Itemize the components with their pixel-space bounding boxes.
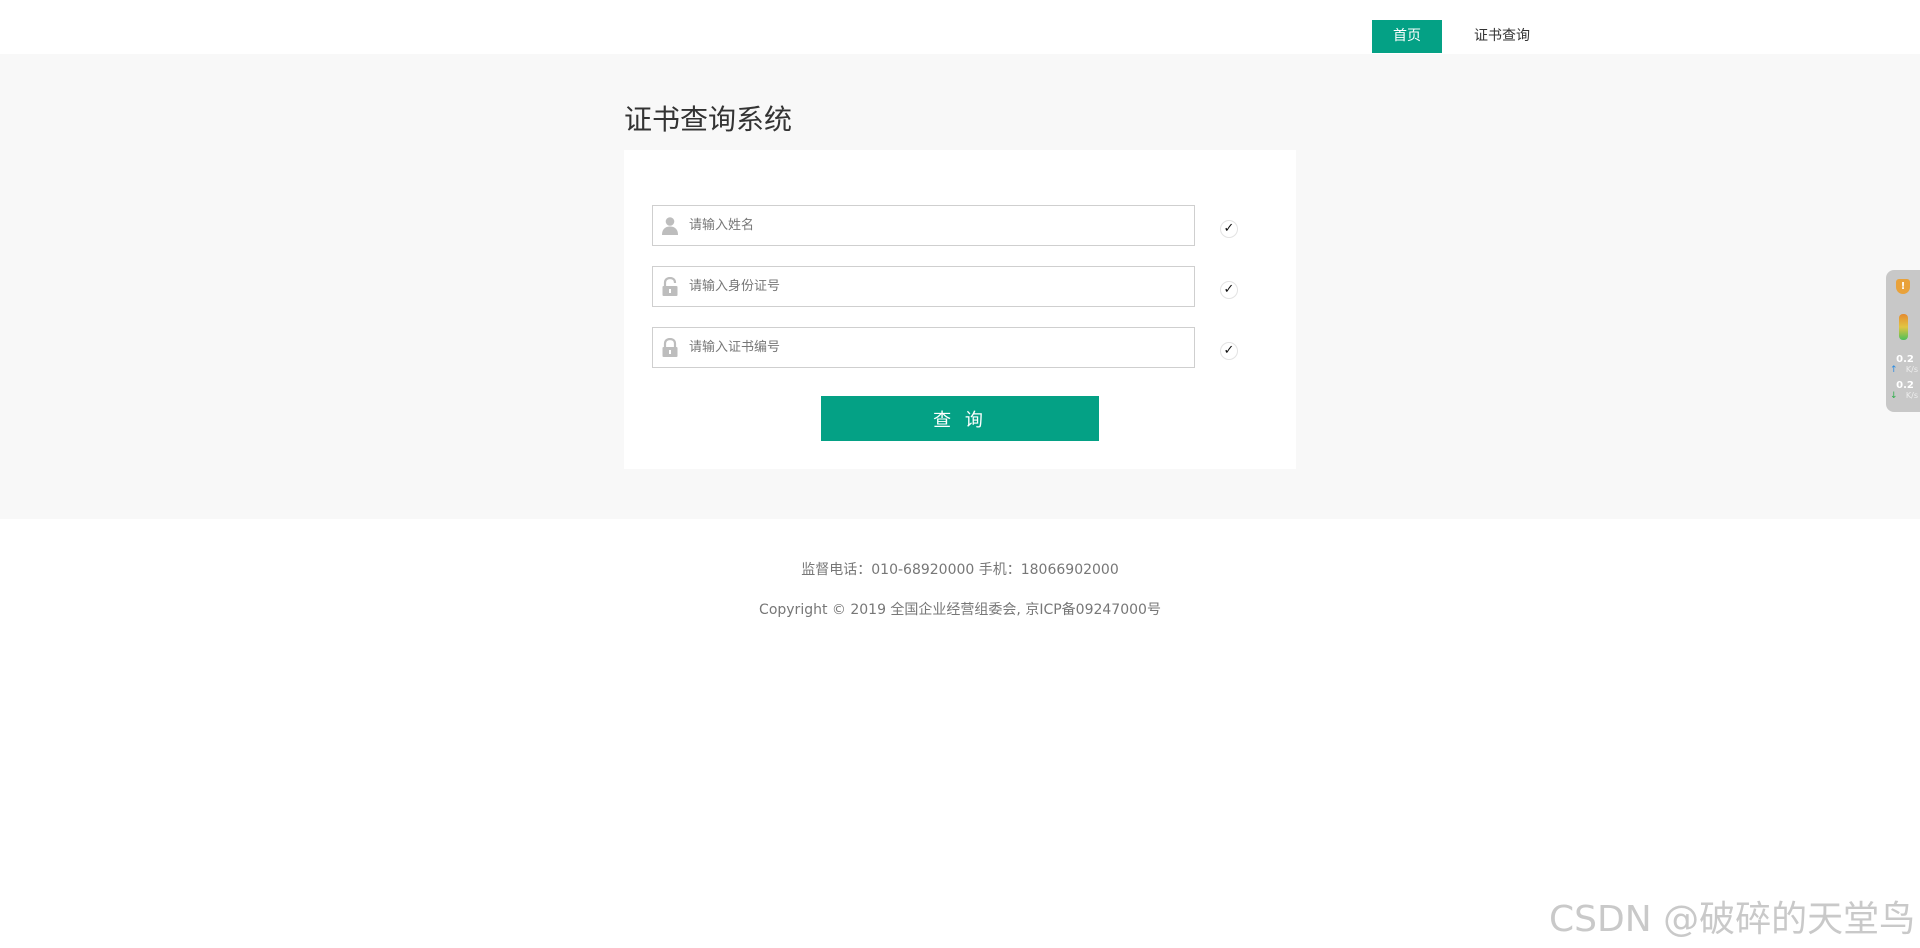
- id-number-valid-check-icon: ✓: [1220, 281, 1238, 299]
- page-title: 证书查询系统: [624, 103, 793, 136]
- top-nav-bar: 首页 证书查询: [0, 0, 1920, 54]
- download-speed: 0.2: [1896, 380, 1914, 391]
- download-unit: K/s: [1905, 391, 1918, 400]
- shield-alert-icon: !: [1896, 279, 1910, 294]
- network-monitor-widget[interactable]: ! 0.2 ↑ K/s 0.2 ↓ K/s: [1886, 270, 1920, 412]
- cert-number-input[interactable]: [689, 328, 1184, 367]
- name-valid-check-icon: ✓: [1220, 220, 1238, 238]
- footer-contact: 监督电话：010-68920000 手机：18066902000: [801, 562, 1119, 578]
- query-form-card: ✓ ✓ ✓ 查 询: [624, 150, 1296, 469]
- upload-unit: K/s: [1905, 365, 1918, 374]
- name-input[interactable]: [689, 206, 1184, 245]
- user-icon: [662, 217, 678, 235]
- id-number-field[interactable]: [652, 266, 1195, 307]
- watermark: CSDN @破碎的天堂鸟: [1549, 899, 1916, 940]
- nav-cert-query-tab[interactable]: 证书查询: [1460, 20, 1544, 53]
- footer-copyright: Copyright © 2019 全国企业经营组委会, 京ICP备0924700…: [759, 602, 1161, 618]
- lock-icon: [662, 338, 678, 357]
- lock-icon: [662, 277, 678, 296]
- gauge-icon: [1899, 314, 1908, 340]
- cert-number-field[interactable]: [652, 327, 1195, 368]
- query-button[interactable]: 查 询: [821, 396, 1099, 441]
- name-field[interactable]: [652, 205, 1195, 246]
- cert-number-valid-check-icon: ✓: [1220, 342, 1238, 360]
- nav-home-tab[interactable]: 首页: [1372, 20, 1442, 53]
- id-number-input[interactable]: [689, 267, 1184, 306]
- upload-speed: 0.2: [1896, 354, 1914, 365]
